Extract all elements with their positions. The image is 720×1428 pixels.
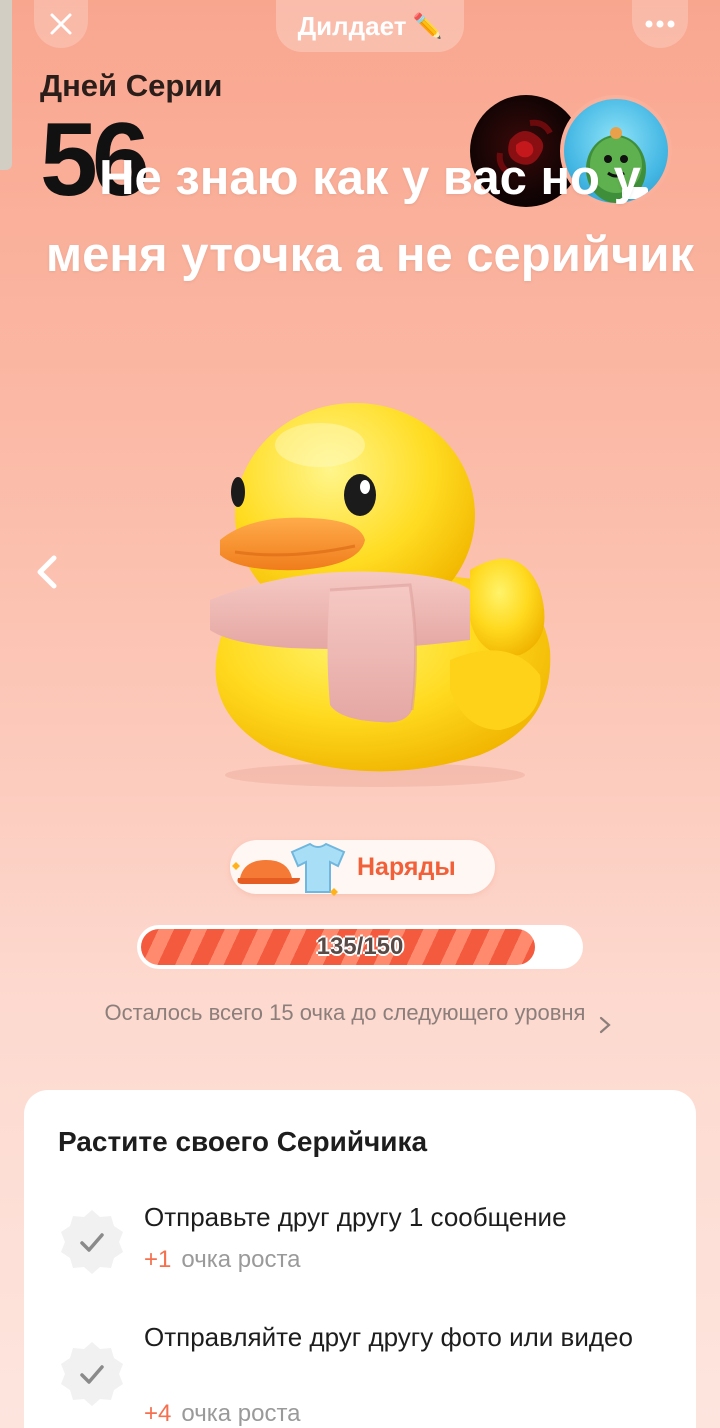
more-button[interactable]: [632, 0, 688, 48]
growth-progress-bar: 135/150: [137, 925, 583, 969]
chat-title-button[interactable]: Дилдает ✏️: [276, 0, 464, 52]
streak-label: Дней Серии: [40, 68, 223, 103]
card-title: Растите своего Серийчика: [58, 1126, 428, 1157]
chat-title: Дилдает: [297, 10, 407, 41]
pencil-icon: ✏️: [412, 12, 443, 40]
remaining-points-text[interactable]: Осталось всего 15 очка до следующего уро…: [90, 998, 600, 1028]
duck-pet-image[interactable]: [180, 390, 570, 790]
outfits-icon: [232, 842, 346, 896]
grow-pet-card: Растите своего Серийчика Отправьте друг …: [24, 1090, 696, 1428]
check-badge-icon: [61, 1342, 123, 1406]
close-button[interactable]: [34, 0, 88, 48]
task-text: Отправляйте друг другу фото или видео: [144, 1322, 633, 1352]
more-icon: [645, 20, 675, 28]
points-value: +1: [144, 1246, 172, 1273]
side-handle: [0, 0, 12, 170]
points-value: +4: [144, 1400, 172, 1427]
check-badge-icon: [61, 1210, 123, 1274]
task-points: +1 очка роста: [144, 1246, 301, 1274]
task-text: Отправьте друг другу 1 сообщение: [144, 1202, 567, 1232]
close-icon: [50, 13, 72, 35]
points-label: очка роста: [181, 1246, 301, 1273]
chevron-right-icon[interactable]: [598, 1015, 612, 1035]
points-label: очка роста: [181, 1400, 301, 1427]
progress-text: 135/150: [316, 933, 404, 960]
story-caption: Не знаю как у вас но у меня уточка а не …: [45, 151, 695, 282]
task-points: +4 очка роста: [144, 1400, 301, 1428]
chevron-left-icon[interactable]: [32, 552, 62, 592]
outfits-button[interactable]: Наряды: [230, 840, 495, 896]
outfits-label: Наряды: [357, 853, 456, 881]
